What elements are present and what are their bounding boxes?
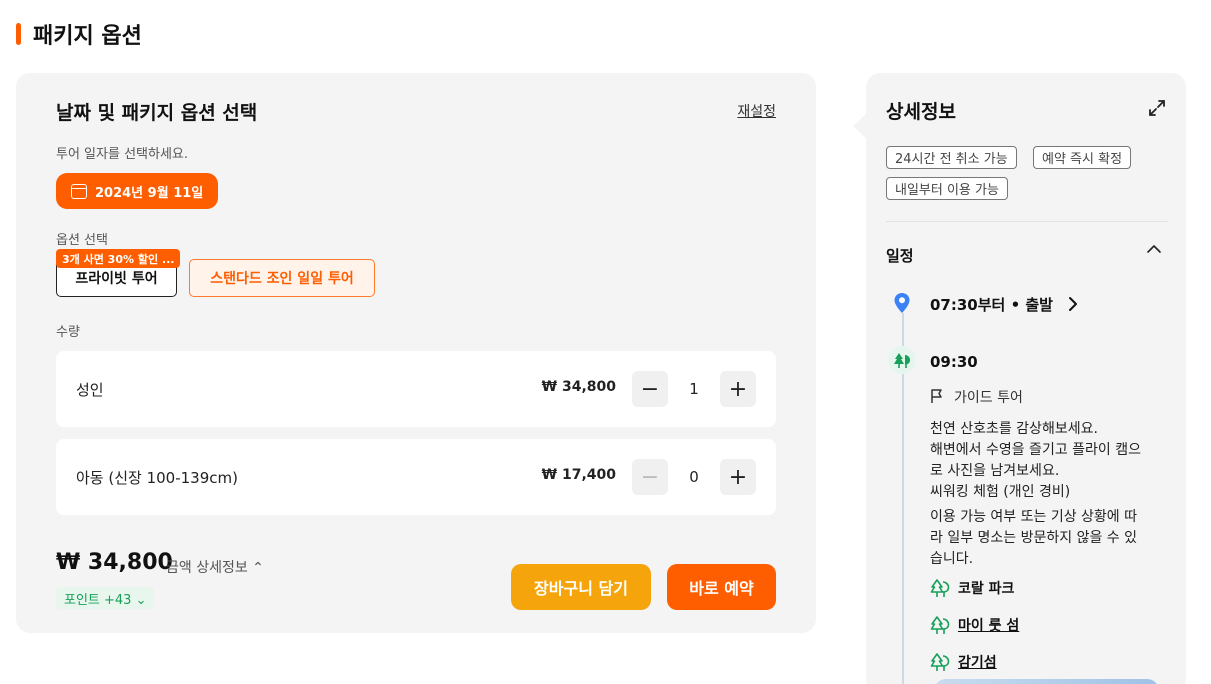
tag-available-tomorrow: 내일부터 이용 가능 xyxy=(886,177,1008,200)
card-pointer xyxy=(853,113,867,139)
stop-time: 09:30 xyxy=(930,353,978,371)
date-picker-button[interactable]: 2024년 9월 11일 xyxy=(56,173,219,209)
description-line: 로 사진을 남겨보세요. xyxy=(930,463,1060,479)
tree-icon xyxy=(930,653,950,671)
section-title: 패키지 옵션 xyxy=(33,24,142,49)
place-item[interactable]: 감기섬 xyxy=(930,651,997,673)
quantity-value: 0 xyxy=(689,468,699,486)
option-label: 옵션 선택 xyxy=(56,233,108,248)
description-line: 해변에서 수영을 즐기고 플라이 캠으 xyxy=(930,442,1141,458)
quantity-label: 수량 xyxy=(56,325,80,340)
ticket-price: ₩ 34,800 xyxy=(541,379,616,395)
increase-button[interactable]: + xyxy=(720,459,756,495)
chevron-up-icon[interactable] xyxy=(1146,241,1162,257)
place-name: 코랄 파크 xyxy=(958,581,1015,597)
quantity-row-child: 아동 (신장 100-139cm) ₩ 17,400 − 0 + xyxy=(56,439,776,515)
points-badge[interactable]: 포인트 +43 ⌄ xyxy=(56,587,155,609)
date-value: 2024년 9월 11일 xyxy=(95,185,204,201)
ticket-name: 아동 (신장 100-139cm) xyxy=(76,469,238,487)
card-title: 날짜 및 패키지 옵션 선택 xyxy=(56,102,258,124)
details-panel: 상세정보 24시간 전 취소 가능 예약 즉시 확정 내일부터 이용 가능 일정… xyxy=(866,73,1186,684)
calendar-icon xyxy=(71,183,87,199)
place-item[interactable]: 마이 룻 섬 xyxy=(930,614,1019,636)
decrease-button[interactable]: − xyxy=(632,459,668,495)
chevron-right-icon[interactable] xyxy=(1067,296,1079,312)
place-link[interactable]: 감기섬 xyxy=(958,652,997,672)
expand-icon[interactable] xyxy=(1148,99,1166,117)
place-item: 코랄 파크 xyxy=(930,577,1014,599)
book-now-button[interactable]: 바로 예약 xyxy=(667,564,776,610)
option-selection-card: 날짜 및 패키지 옵션 선택 재설정 투어 일자를 선택하세요. 2024년 9… xyxy=(16,73,816,633)
accent-bar xyxy=(16,23,21,45)
notice-line: 습니다. xyxy=(930,551,974,567)
flag-icon xyxy=(931,389,942,403)
ticket-name: 성인 xyxy=(76,381,104,399)
map-pin-icon xyxy=(894,293,910,313)
section-header: 패키지 옵션 xyxy=(16,20,142,49)
increase-button[interactable]: + xyxy=(720,371,756,407)
tree-icon xyxy=(888,346,916,374)
tag-instant-confirm: 예약 즉시 확정 xyxy=(1033,146,1132,169)
guide-label: 가이드 투어 xyxy=(954,390,1023,406)
tag-free-cancel: 24시간 전 취소 가능 xyxy=(886,146,1017,169)
notice-line: 라 일부 명소는 방문하지 않을 수 있 xyxy=(930,530,1138,546)
total-price: ₩ 34,800 xyxy=(56,550,173,575)
availability-notice: 이용 가능 여부 또는 기상 상황에 따 라 일부 명소는 방문하지 않을 수 … xyxy=(930,507,1160,570)
ticket-price: ₩ 17,400 xyxy=(541,467,616,483)
reset-link[interactable]: 재설정 xyxy=(737,101,776,121)
quantity-value: 1 xyxy=(689,380,699,398)
tree-icon xyxy=(930,579,950,597)
price-detail-toggle[interactable]: 금액 상세정보 ⌃ xyxy=(166,557,264,577)
notice-line: 이용 가능 여부 또는 기상 상황에 따 xyxy=(930,509,1138,525)
decrease-button[interactable]: − xyxy=(632,371,668,407)
place-link[interactable]: 마이 룻 섬 xyxy=(958,615,1019,635)
date-hint: 투어 일자를 선택하세요. xyxy=(56,147,188,162)
stop-description: 천연 산호초를 감상해보세요. 해변에서 수영을 즐기고 플라이 캠으 로 사진… xyxy=(930,419,1160,503)
tree-icon xyxy=(930,616,950,634)
add-to-cart-button[interactable]: 장바구니 담기 xyxy=(511,564,651,610)
divider xyxy=(886,221,1168,222)
place-image[interactable] xyxy=(934,679,1159,684)
option-standard-tour[interactable]: 스탠다드 조인 일일 투어 xyxy=(189,259,375,297)
description-line: 씨워킹 체험 (개인 경비) xyxy=(930,484,1071,500)
start-time[interactable]: 07:30부터 • 출발 xyxy=(930,294,1053,315)
quantity-row-adult: 성인 ₩ 34,800 − 1 + xyxy=(56,351,776,427)
discount-badge: 3개 사면 30% 할인 ... xyxy=(56,249,181,268)
description-line: 천연 산호초를 감상해보세요. xyxy=(930,421,1098,437)
schedule-title: 일정 xyxy=(886,247,914,265)
details-title: 상세정보 xyxy=(886,101,956,123)
